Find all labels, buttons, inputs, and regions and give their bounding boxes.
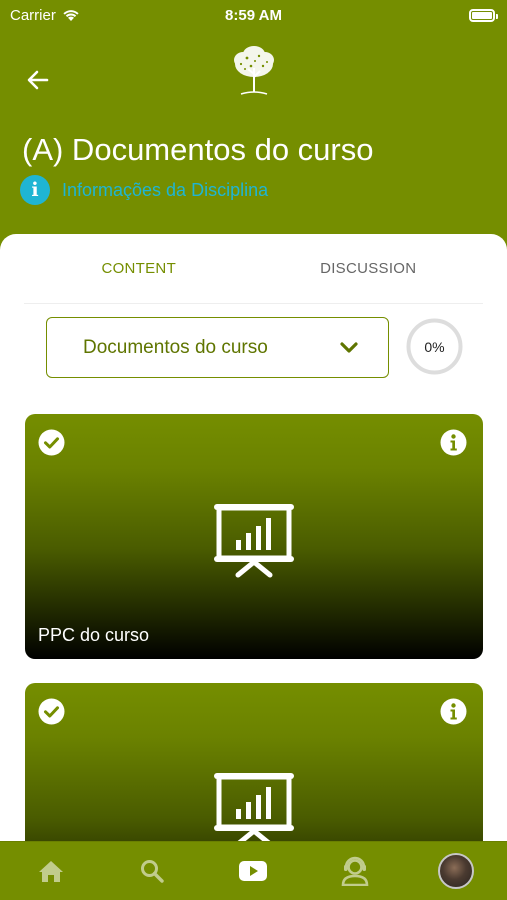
chevron-down-icon: [340, 341, 358, 353]
card-title: PPC do curso: [38, 625, 150, 645]
info-icon: i: [20, 175, 50, 205]
nav-home[interactable]: [21, 846, 81, 896]
nav-profile[interactable]: [426, 846, 486, 896]
content-card[interactable]: PPC do curso: [25, 414, 483, 659]
content-card[interactable]: [25, 683, 483, 854]
check-circle-icon: [38, 429, 65, 456]
progress-label: 0%: [424, 338, 445, 355]
info-icon[interactable]: [440, 698, 467, 725]
course-info-label: Informações da Disciplina: [62, 179, 269, 200]
support-icon: [341, 856, 369, 886]
content-sheet: CONTENT DISCUSSION Documentos do curso 0…: [0, 234, 507, 854]
nav-videos[interactable]: [223, 846, 283, 896]
presentation-icon: [214, 504, 294, 578]
arrow-left-icon: [27, 70, 49, 90]
module-dropdown[interactable]: Documentos do curso: [46, 317, 389, 378]
search-icon: [141, 860, 164, 883]
bottom-nav: [0, 841, 507, 900]
tab-content[interactable]: CONTENT: [24, 234, 254, 303]
home-icon: [38, 861, 63, 882]
page-title: (A) Documentos do curso: [22, 132, 374, 167]
module-dropdown-value: Documentos do curso: [83, 336, 268, 358]
nav-search[interactable]: [122, 846, 182, 896]
course-info-link[interactable]: i Informações da Disciplina: [20, 175, 268, 205]
wifi-icon: [63, 10, 79, 21]
youtube-icon: [239, 861, 268, 881]
status-left: Carrier: [10, 7, 80, 24]
check-circle-icon: [38, 698, 65, 725]
nav-support[interactable]: [325, 846, 385, 896]
status-bar: Carrier 8:59 AM: [0, 0, 507, 30]
presentation-icon: [214, 773, 294, 847]
carrier-label: Carrier: [10, 6, 56, 24]
back-button[interactable]: [22, 66, 54, 94]
avatar: [438, 853, 475, 889]
info-icon[interactable]: [440, 429, 467, 456]
battery-icon: [469, 8, 498, 22]
tab-bar: CONTENT DISCUSSION: [24, 234, 483, 304]
tab-discussion[interactable]: DISCUSSION: [254, 234, 484, 303]
tree-logo-icon: [234, 46, 274, 95]
